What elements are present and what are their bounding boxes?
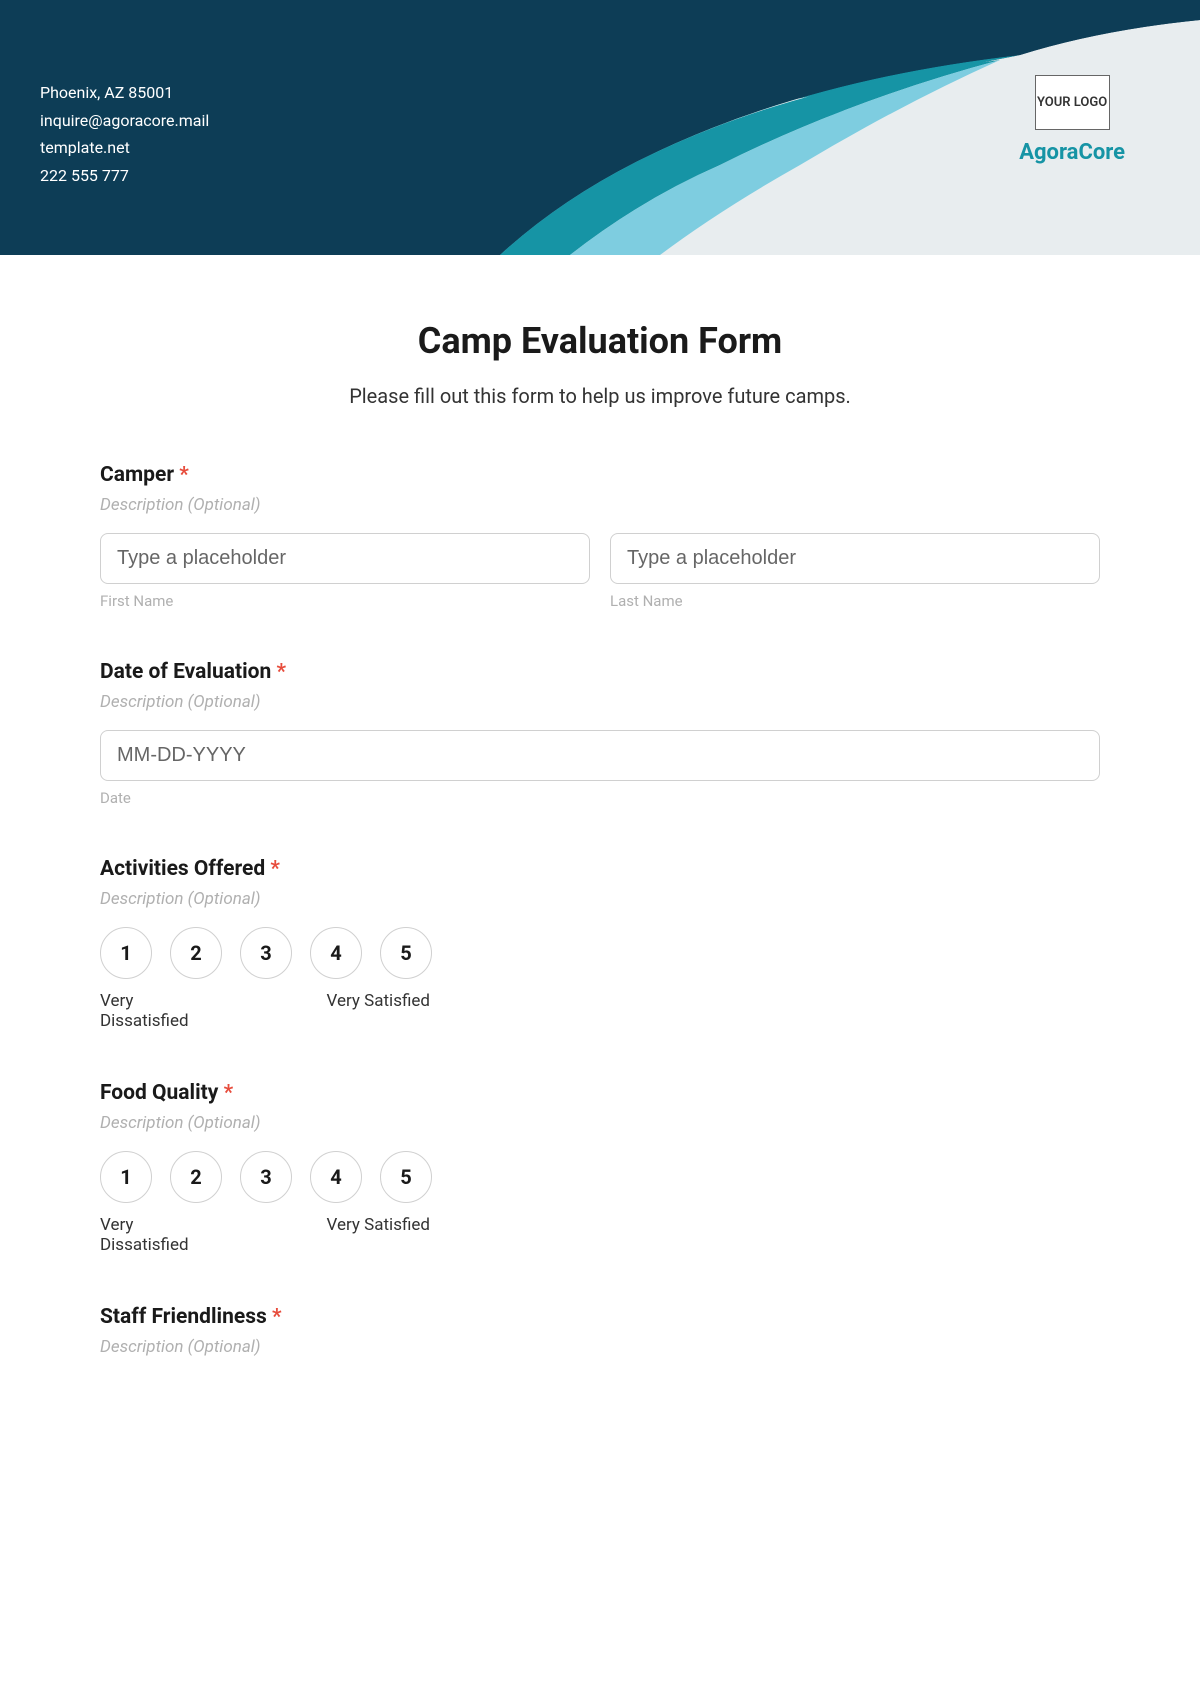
required-marker: * [270, 857, 280, 881]
date-label: Date of Evaluation * [100, 660, 1100, 684]
staff-label: Staff Friendliness * [100, 1305, 1100, 1329]
activities-rating-row: 1 2 3 4 5 [100, 927, 1100, 979]
last-name-sublabel: Last Name [610, 592, 1100, 610]
activities-field-group: Activities Offered * Description (Option… [100, 857, 1100, 1031]
camper-label: Camper * [100, 463, 1100, 487]
company-info-block: Phoenix, AZ 85001 inquire@agoracore.mail… [40, 80, 209, 190]
rating-option-3[interactable]: 3 [240, 927, 292, 979]
staff-description: Description (Optional) [100, 1337, 1100, 1357]
date-field-group: Date of Evaluation * Description (Option… [100, 660, 1100, 807]
logo-placeholder: YOUR LOGO [1035, 75, 1110, 130]
rating-option-3[interactable]: 3 [240, 1151, 292, 1203]
first-name-input[interactable] [100, 533, 590, 584]
rating-label-low: Very Dissatisfied [100, 1215, 210, 1255]
required-marker: * [179, 463, 189, 487]
company-address: Phoenix, AZ 85001 [40, 80, 209, 106]
page-header: Phoenix, AZ 85001 inquire@agoracore.mail… [0, 0, 1200, 255]
camper-input-row: First Name Last Name [100, 533, 1100, 610]
date-sublabel: Date [100, 789, 1100, 807]
first-name-column: First Name [100, 533, 590, 610]
camper-field-group: Camper * Description (Optional) First Na… [100, 463, 1100, 610]
company-name: AgoraCore [1019, 140, 1125, 165]
rating-label-low: Very Dissatisfied [100, 991, 210, 1031]
first-name-sublabel: First Name [100, 592, 590, 610]
required-marker: * [224, 1081, 234, 1105]
rating-label-high: Very Satisfied [327, 991, 430, 1031]
rating-label-high: Very Satisfied [327, 1215, 430, 1255]
food-rating-labels: Very Dissatisfied Very Satisfied [100, 1215, 430, 1255]
activities-description: Description (Optional) [100, 889, 1100, 909]
rating-option-1[interactable]: 1 [100, 1151, 152, 1203]
company-phone: 222 555 777 [40, 163, 209, 189]
food-label: Food Quality * [100, 1081, 1100, 1105]
rating-option-2[interactable]: 2 [170, 927, 222, 979]
required-marker: * [272, 1305, 282, 1329]
rating-option-4[interactable]: 4 [310, 1151, 362, 1203]
logo-area: YOUR LOGO AgoraCore [1019, 75, 1125, 165]
rating-option-1[interactable]: 1 [100, 927, 152, 979]
rating-option-5[interactable]: 5 [380, 927, 432, 979]
company-website: template.net [40, 135, 209, 161]
activities-rating-labels: Very Dissatisfied Very Satisfied [100, 991, 430, 1031]
form-container: Camp Evaluation Form Please fill out thi… [0, 255, 1200, 1447]
food-field-group: Food Quality * Description (Optional) 1 … [100, 1081, 1100, 1255]
activities-label: Activities Offered * [100, 857, 1100, 881]
date-description: Description (Optional) [100, 692, 1100, 712]
rating-option-4[interactable]: 4 [310, 927, 362, 979]
staff-field-group: Staff Friendliness * Description (Option… [100, 1305, 1100, 1357]
rating-option-2[interactable]: 2 [170, 1151, 222, 1203]
form-subtitle: Please fill out this form to help us imp… [100, 384, 1100, 408]
last-name-column: Last Name [610, 533, 1100, 610]
form-title: Camp Evaluation Form [100, 320, 1100, 362]
company-email: inquire@agoracore.mail [40, 108, 209, 134]
last-name-input[interactable] [610, 533, 1100, 584]
food-description: Description (Optional) [100, 1113, 1100, 1133]
food-rating-row: 1 2 3 4 5 [100, 1151, 1100, 1203]
camper-description: Description (Optional) [100, 495, 1100, 515]
required-marker: * [277, 660, 287, 684]
rating-option-5[interactable]: 5 [380, 1151, 432, 1203]
date-input[interactable] [100, 730, 1100, 781]
